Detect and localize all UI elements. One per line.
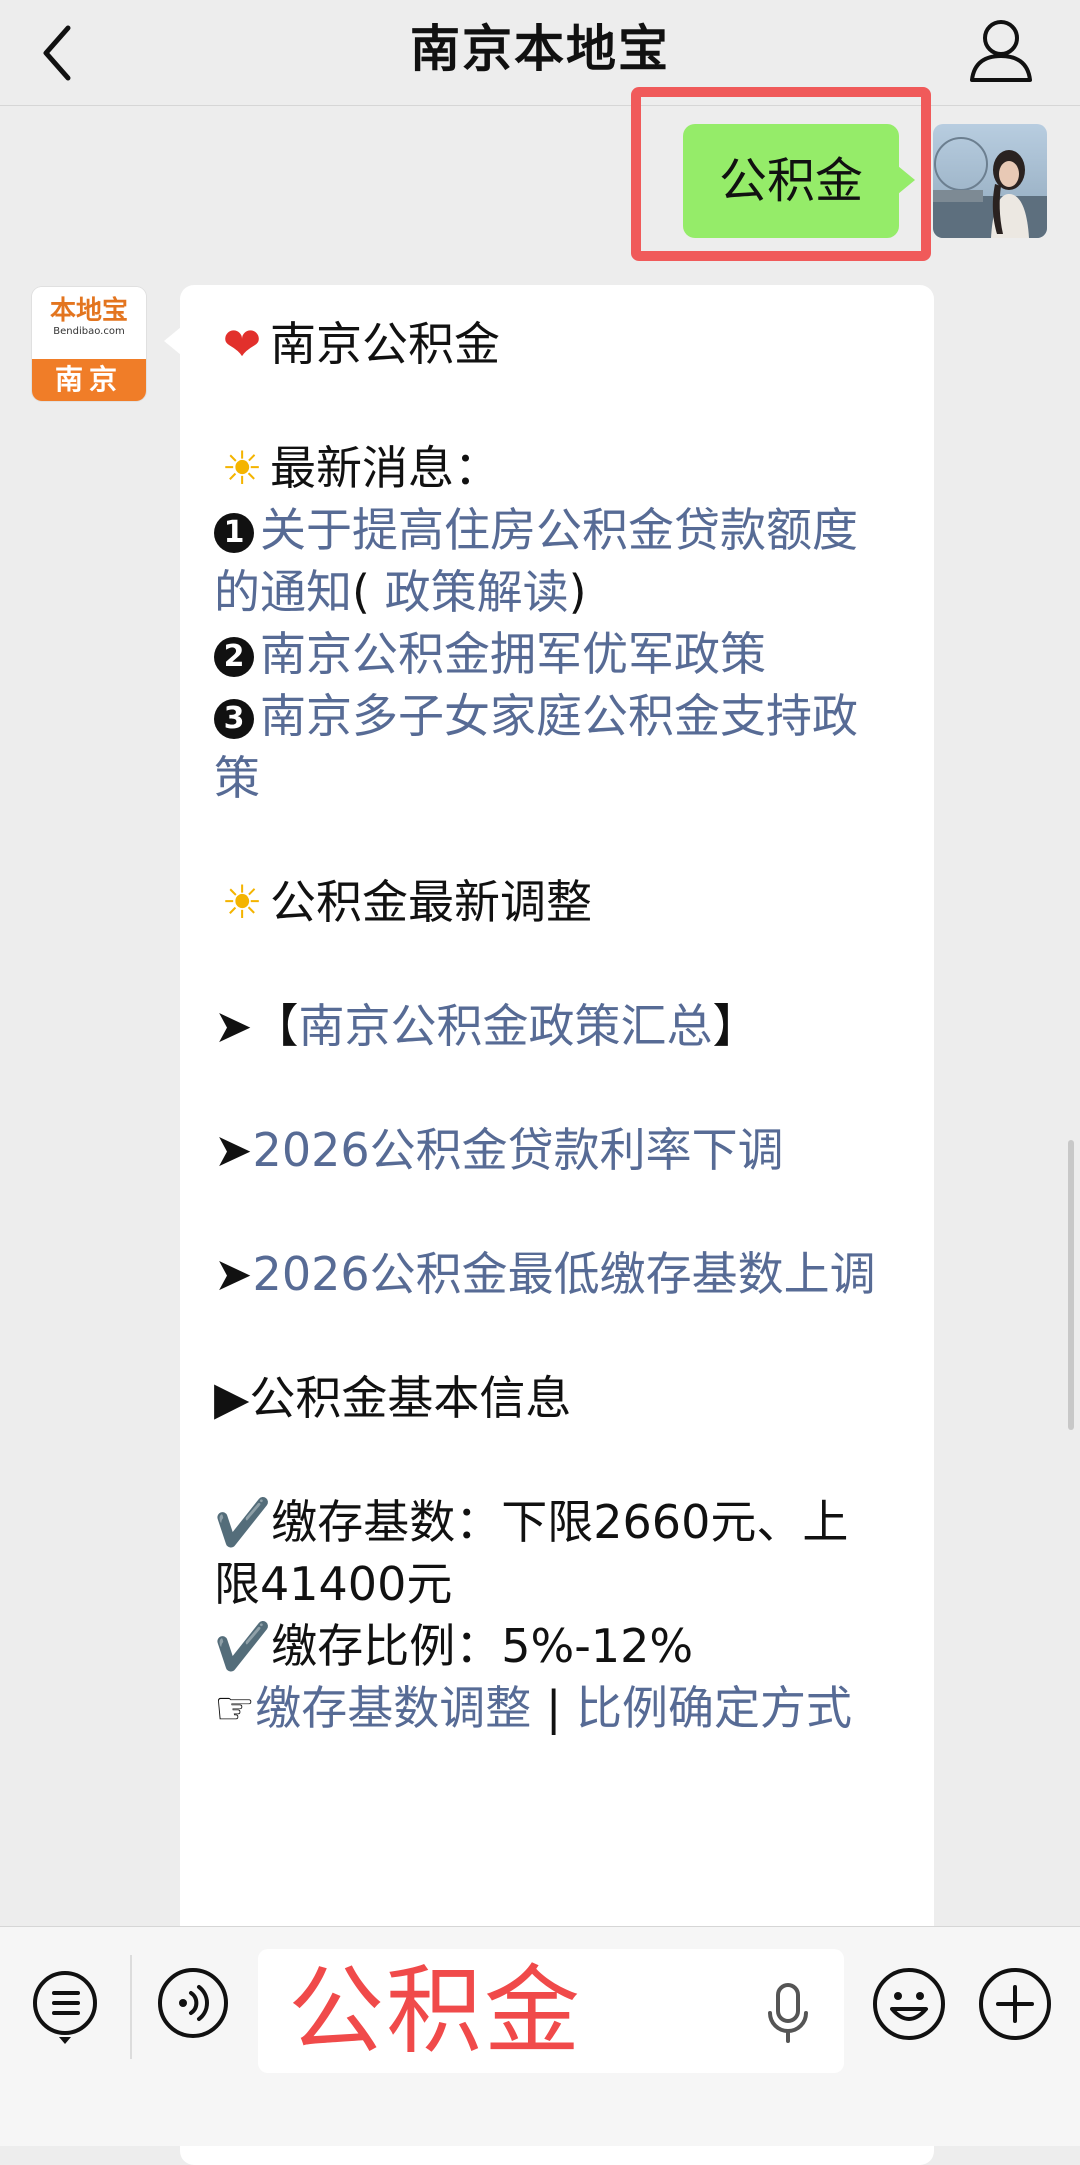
adjust-title-line: ☀ 公积金最新调整 [214, 871, 894, 933]
number-badge-icon: 1 [214, 513, 254, 553]
message-input[interactable]: 公积金 [258, 1949, 844, 2073]
official-account-avatar[interactable]: 本地宝 Bendibao.com 南京 [32, 287, 146, 401]
adjust-item: ➤2026公积金最低缴存基数上调 [214, 1247, 876, 1301]
person-icon [970, 20, 1032, 82]
heart-icon: ❤ [222, 317, 262, 371]
sun-icon: ☀ [221, 441, 263, 495]
mic-button[interactable] [758, 1979, 818, 2049]
sun-icon: ☀ [221, 875, 263, 929]
plus-icon [979, 1968, 1051, 2040]
smiley-icon [873, 1968, 945, 2040]
page-title: 南京本地宝 [410, 20, 670, 78]
news-title-line: ☀ 最新消息： [214, 437, 894, 499]
news-link-military-policy[interactable]: 南京公积金拥军优军政策 [260, 627, 766, 681]
divider [130, 1955, 132, 2059]
list-menu-icon [33, 1971, 97, 2044]
microphone-icon [768, 1983, 808, 2043]
news-item: 3 南京多子女家庭公积金支持政策 [214, 685, 894, 809]
emoji-button[interactable] [872, 1967, 946, 2041]
news-title: 最新消息： [270, 441, 500, 495]
profile-button[interactable] [966, 16, 1036, 88]
basic-info-title: ▶公积金基本信息 [214, 1371, 572, 1425]
incoming-message-bubble: ❤ 南京公积金 ☀ 最新消息： 1 关于提高住房公积金贷款额度的通知( 政策解读) 2… [164, 285, 934, 2165]
menu-button[interactable] [30, 1967, 100, 2047]
message-content: ❤ 南京公积金 ☀ 最新消息： 1 关于提高住房公积金贷款额度的通知( 政策解读) 2… [214, 313, 894, 1739]
user-photo [933, 124, 1047, 238]
loan-rate-link[interactable]: 2026公积金贷款利率下调 [253, 1123, 784, 1177]
message-heading: 南京公积金 [270, 317, 500, 371]
contribution-base-line: ✔️缴存基数：下限2660元、上限41400元 [214, 1495, 849, 1611]
number-badge-icon: 3 [214, 699, 254, 739]
message-heading-line: ❤ 南京公积金 [214, 313, 894, 375]
bendibao-logo: 本地宝 Bendibao.com [32, 287, 146, 359]
adjust-item: ➤2026公积金贷款利率下调 [214, 1123, 784, 1177]
scrollbar[interactable] [1068, 1140, 1074, 1430]
ratio-method-link[interactable]: 比例确定方式 [576, 1681, 852, 1735]
voice-wave-icon [158, 1968, 228, 2038]
news-link-multi-child-policy[interactable]: 南京多子女家庭公积金支持政策 [214, 689, 858, 805]
user-avatar[interactable] [933, 124, 1047, 238]
adjust-item: ➤【南京公积金政策汇总】 [214, 999, 759, 1053]
links-line: ☞缴存基数调整 | 比例确定方式 [214, 1681, 852, 1735]
voice-button[interactable] [157, 1967, 229, 2039]
pointing-hand-icon: ☞ [214, 1681, 256, 1735]
bottom-input-bar: 公积金 [0, 1926, 1080, 2146]
number-badge-icon: 2 [214, 637, 254, 677]
news-item: 1 关于提高住房公积金贷款额度的通知( 政策解读) [214, 503, 858, 619]
more-button[interactable] [978, 1967, 1052, 2041]
outgoing-message-bubble[interactable]: 公积金 [683, 124, 915, 238]
base-adjust-link[interactable]: 缴存基数调整 [255, 1681, 531, 1735]
adjust-title: 公积金最新调整 [270, 875, 592, 929]
min-base-link[interactable]: 2026公积金最低缴存基数上调 [253, 1247, 876, 1301]
policy-interpretation-link[interactable]: 政策解读 [385, 565, 569, 619]
policy-summary-link[interactable]: 南京公积金政策汇总 [299, 999, 713, 1053]
input-text: 公积金 [288, 1955, 582, 2067]
contribution-ratio-line: ✔️缴存比例：5%-12% [214, 1619, 694, 1673]
news-item: 2 南京公积金拥军优军政策 [214, 623, 894, 685]
